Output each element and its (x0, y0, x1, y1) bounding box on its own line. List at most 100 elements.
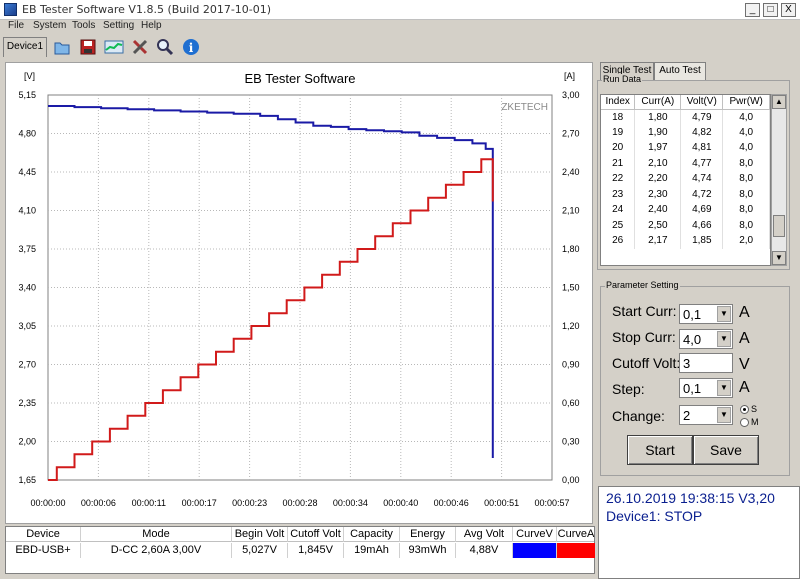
chart: EB Tester Software [V] [A] ZKETECH 5,15 4,80 4… (18, 71, 580, 508)
table-row[interactable]: 26 2,17 1,85 2,0 (601, 233, 770, 249)
right-tick-label: 2,70 (562, 129, 580, 139)
cell-index: 20 (601, 140, 636, 156)
cell-energy: 93mWh (400, 543, 456, 558)
cutoff-volt-input[interactable]: 3 (679, 353, 733, 373)
device-table-header: Device Mode Begin Volt Cutoff Volt Capac… (6, 527, 596, 542)
scroll-down-icon[interactable]: ▼ (772, 251, 786, 265)
info-icon[interactable]: i (181, 37, 201, 57)
step-select[interactable]: 0,1 ▼ (679, 378, 733, 398)
header-curve-a: CurveA (557, 527, 596, 542)
chevron-down-icon[interactable]: ▼ (717, 380, 731, 396)
menu-file[interactable]: File (8, 20, 24, 31)
cell-curr: 2,20 (634, 171, 682, 187)
menu-help[interactable]: Help (141, 20, 162, 31)
save-icon[interactable] (78, 37, 98, 57)
chart-icon[interactable] (104, 37, 124, 57)
right-tick-label: 1,20 (562, 321, 580, 331)
save-button[interactable]: Save (693, 435, 759, 465)
tab-auto-test[interactable]: Auto Test (654, 62, 706, 80)
tools-icon[interactable] (130, 37, 150, 57)
change-select[interactable]: 2 ▼ (679, 405, 733, 425)
cell-volt: 4,69 (680, 202, 724, 218)
run-data-label: Run Data (602, 74, 643, 84)
menu-system[interactable]: System (33, 20, 66, 31)
start-curr-select[interactable]: 0,1 ▼ (679, 304, 733, 324)
device-tab[interactable]: Device1 (3, 37, 47, 57)
cell-curr: 2,40 (634, 202, 682, 218)
table-row[interactable]: 25 2,50 4,66 8,0 (601, 217, 770, 233)
curve-a-color-swatch[interactable] (557, 543, 596, 558)
minimize-button[interactable]: _ (745, 3, 760, 17)
title-bar: EB Tester Software V1.8.5 (Build 2017-10… (0, 0, 800, 20)
scroll-up-icon[interactable]: ▲ (772, 95, 786, 109)
chevron-down-icon[interactable]: ▼ (717, 407, 731, 423)
maximize-button[interactable]: □ (763, 3, 778, 17)
chevron-down-icon[interactable]: ▼ (717, 331, 731, 347)
x-tick-label: 00:00:51 (484, 498, 519, 508)
magnifier-icon[interactable] (155, 37, 175, 57)
x-tick-label: 00:00:28 (282, 498, 317, 508)
cell-device: EBD-USB+ (6, 543, 81, 558)
watermark: ZKETECH (501, 102, 548, 113)
table-row[interactable]: 18 1,80 4,79 4,0 (601, 109, 770, 125)
left-tick-label: 2,35 (18, 398, 36, 408)
cell-index: 19 (601, 124, 636, 140)
start-button[interactable]: Start (627, 435, 693, 465)
x-tick-label: 00:00:17 (182, 498, 217, 508)
right-tick-label: 0,90 (562, 360, 580, 370)
close-button[interactable]: X (781, 3, 796, 17)
status-device: Device1: STOP (606, 508, 703, 524)
curve-v-color-swatch[interactable] (513, 543, 557, 558)
stop-curr-unit: A (739, 330, 750, 347)
table-row[interactable]: 21 2,10 4,77 8,0 (601, 155, 770, 171)
cell-capacity: 19mAh (344, 543, 400, 558)
table-row[interactable]: EBD-USB+ D-CC 2,60A 3,00V 5,027V 1,845V … (6, 543, 596, 558)
x-tick-label: 00:00:40 (383, 498, 418, 508)
menu-tools[interactable]: Tools (72, 20, 95, 31)
left-tick-label: 2,00 (18, 437, 36, 447)
change-value: 2 (683, 408, 691, 423)
table-row[interactable]: 20 1,97 4,81 4,0 (601, 140, 770, 156)
cell-volt: 4,77 (680, 155, 724, 171)
header-energy: Energy (400, 527, 456, 542)
chevron-down-icon[interactable]: ▼ (717, 306, 731, 322)
stop-curr-select[interactable]: 4,0 ▼ (679, 329, 733, 349)
left-tick-label: 3,40 (18, 283, 36, 293)
cell-volt: 4,72 (680, 186, 724, 202)
start-curr-unit: A (739, 304, 750, 321)
run-data-scrollbar[interactable]: ▲ ▼ (771, 94, 787, 266)
cell-pwr: 4,0 (722, 109, 770, 125)
cell-pwr: 4,0 (722, 140, 770, 156)
scroll-thumb[interactable] (773, 215, 785, 237)
table-row[interactable]: 19 1,90 4,82 4,0 (601, 124, 770, 140)
table-row[interactable]: 24 2,40 4,69 8,0 (601, 202, 770, 218)
col-pwr: Pwr(W) (722, 95, 770, 110)
cell-volt: 4,82 (680, 124, 724, 140)
table-row[interactable]: 23 2,30 4,72 8,0 (601, 186, 770, 202)
right-tick-label: 0,60 (562, 398, 580, 408)
header-cutoff-volt: Cutoff Volt (288, 527, 344, 542)
cell-pwr: 8,0 (722, 171, 770, 187)
x-tick-label: 00:00:46 (434, 498, 469, 508)
radio-m[interactable]: M (740, 417, 759, 427)
table-row[interactable]: 22 2,20 4,74 8,0 (601, 171, 770, 187)
parameter-setting-label: Parameter Setting (605, 280, 680, 290)
left-tick-label: 2,70 (18, 360, 36, 370)
radio-m-dot[interactable] (740, 417, 749, 427)
menu-setting[interactable]: Setting (103, 20, 134, 31)
cell-index: 22 (601, 171, 636, 187)
cell-pwr: 4,0 (722, 124, 770, 140)
cell-mode: D-CC 2,60A 3,00V (81, 543, 232, 558)
status-box: 26.10.2019 19:38:15 V3,20 Device1: STOP (598, 486, 800, 579)
cutoff-volt-value: 3 (683, 356, 691, 371)
radio-s-dot[interactable] (740, 404, 749, 414)
cell-index: 25 (601, 217, 636, 233)
cell-volt: 4,74 (680, 171, 724, 187)
x-tick-label: 00:00:06 (81, 498, 116, 508)
header-device: Device (6, 527, 81, 542)
header-avg-volt: Avg Volt (456, 527, 513, 542)
cell-curr: 1,97 (634, 140, 682, 156)
folder-icon[interactable] (52, 37, 72, 57)
radio-s[interactable]: S (740, 404, 757, 414)
cell-pwr: 8,0 (722, 186, 770, 202)
